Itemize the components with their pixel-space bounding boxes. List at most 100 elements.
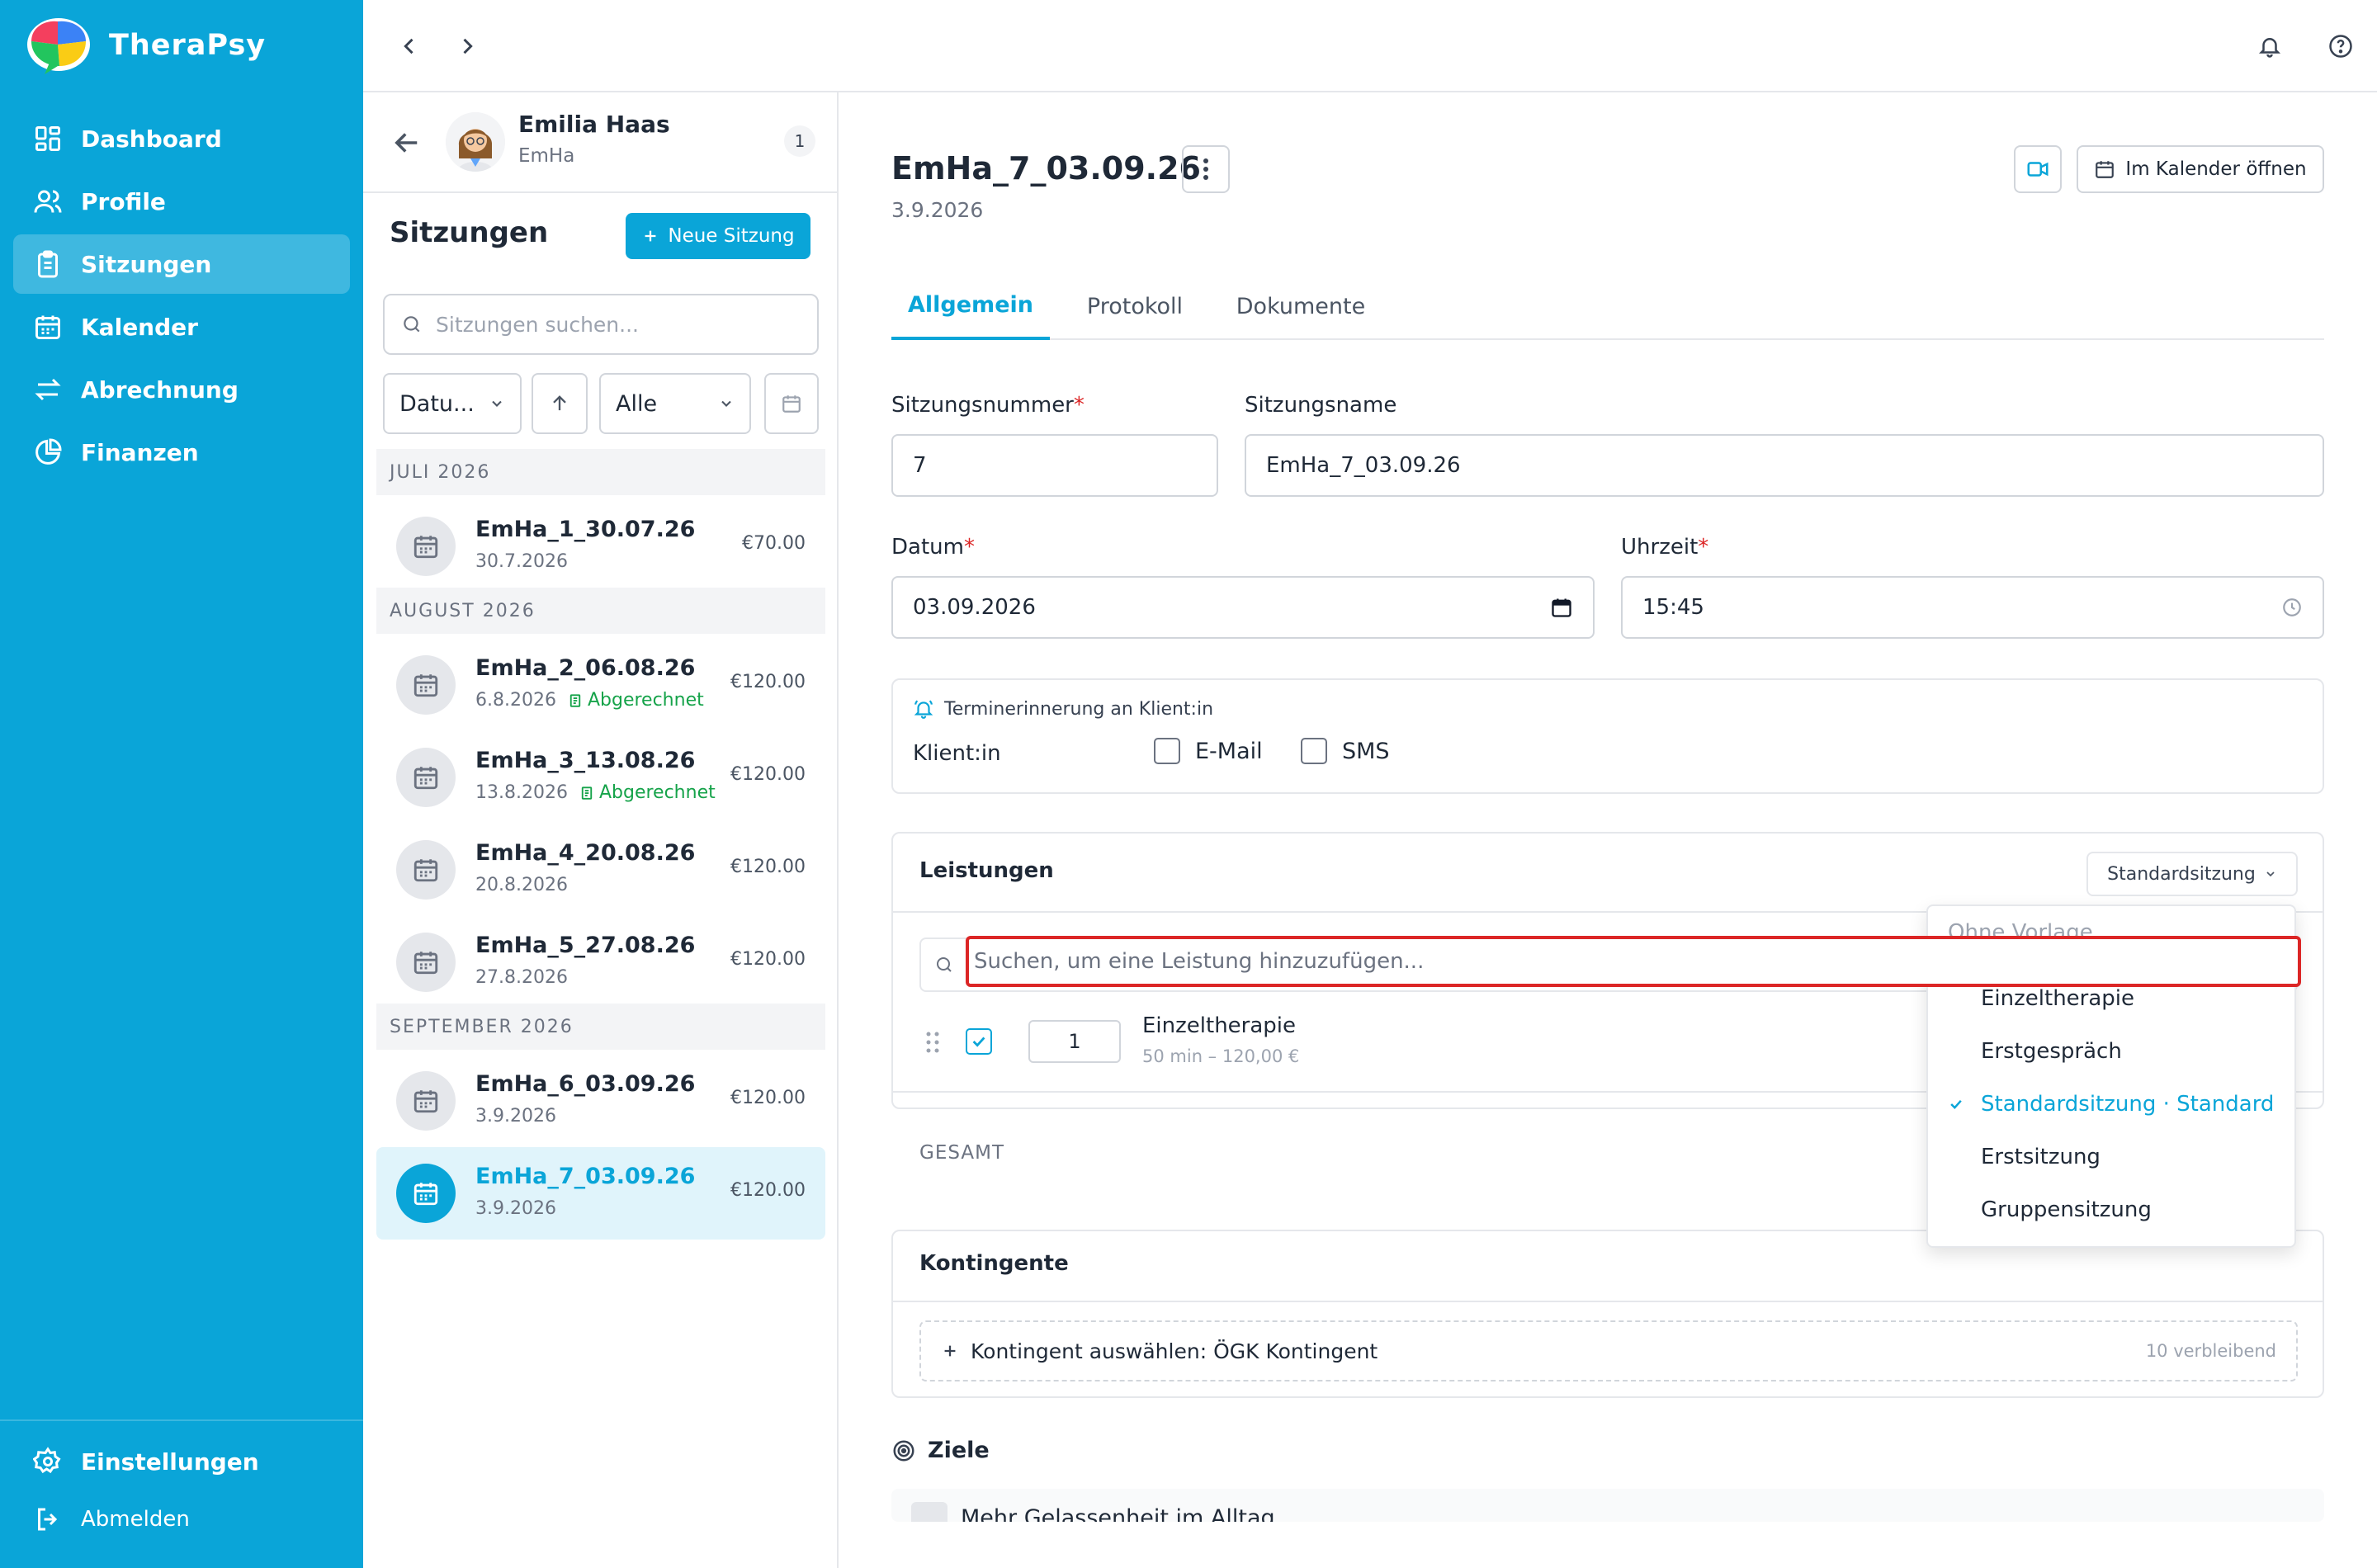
services-total-label: GESAMT <box>919 1142 1005 1164</box>
session-title: EmHa_7_03.09.26 <box>891 150 1201 187</box>
billed-label: Abgerechnet <box>587 690 704 711</box>
new-session-button[interactable]: Neue Sitzung <box>626 213 810 259</box>
quota-select-row: Kontingent auswählen: ÖGK Kontingent <box>941 1339 1378 1363</box>
avatar-illustration-icon <box>446 112 505 172</box>
help-circle-icon <box>2329 35 2352 58</box>
time-input[interactable]: 15:45 <box>1621 576 2324 639</box>
more-options-button[interactable] <box>1182 145 1230 193</box>
clipboard-icon <box>38 250 58 278</box>
session-name: EmHa_7_03.09.26 <box>475 1164 696 1189</box>
pie-chart-icon <box>35 438 62 465</box>
quota-select-button[interactable]: Kontingent auswählen: ÖGK Kontingent 10 … <box>919 1320 2298 1381</box>
chevron-left-icon <box>404 38 413 54</box>
services-title: Leistungen <box>919 858 1054 883</box>
goals-title: Ziele <box>928 1438 990 1463</box>
session-item[interactable]: EmHa_1_30.07.26 30.7.2026 €70.00 <box>376 500 825 593</box>
detail-tabs: Allgemein Protokoll Dokumente <box>891 272 2324 340</box>
sidebar-item-finanzen[interactable]: Finanzen <box>13 423 350 482</box>
status-filter-select[interactable]: Alle <box>599 373 751 434</box>
session-price: €120.00 <box>730 672 806 692</box>
drag-handle-icon[interactable] <box>924 1030 941 1055</box>
session-sub: 3.9.2026 <box>475 1198 556 1219</box>
bell-ring-icon <box>914 700 933 719</box>
dropdown-option-gruppensitzung[interactable]: Gruppensitzung <box>1928 1183 2294 1236</box>
session-item[interactable]: EmHa_6_03.09.26 3.9.2026 €120.00 <box>376 1055 825 1147</box>
video-call-button[interactable] <box>2014 145 2062 193</box>
goal-item[interactable]: Mehr Gelassenheit im Alltag <box>891 1489 2324 1522</box>
session-name: EmHa_3_13.08.26 <box>475 748 696 773</box>
sidebar-item-label: Abrechnung <box>81 375 239 404</box>
sort-direction-button[interactable] <box>532 373 588 434</box>
email-checkbox[interactable] <box>1154 738 1180 764</box>
session-search-input[interactable] <box>436 312 799 337</box>
sms-reminder-option[interactable]: SMS <box>1301 738 1390 764</box>
plus-icon <box>645 230 656 242</box>
goal-checkbox[interactable] <box>911 1502 947 1522</box>
dropdown-option-erstgespraech[interactable]: Erstgespräch <box>1928 1025 2294 1078</box>
sidebar-item-dashboard[interactable]: Dashboard <box>13 109 350 168</box>
session-date: 13.8.2026 <box>475 782 568 803</box>
dropdown-option-erstsitzung[interactable]: Erstsitzung <box>1928 1131 2294 1183</box>
session-item[interactable]: EmHa_4_20.08.26 20.8.2026 €120.00 <box>376 824 825 916</box>
service-search-input[interactable]: Suchen, um eine Leistung hinzuzufügen... <box>974 949 1424 974</box>
sidebar-item-sitzungen[interactable]: Sitzungen <box>13 234 350 294</box>
session-date: 3.9.2026 <box>475 1106 556 1126</box>
open-in-calendar-button[interactable]: Im Kalender öffnen <box>2077 145 2324 193</box>
sort-field-select[interactable]: Datu... <box>383 373 522 434</box>
tab-dokumente[interactable]: Dokumente <box>1220 272 1382 340</box>
sidebar-item-kalender[interactable]: Kalender <box>13 297 350 357</box>
required-marker: * <box>1073 393 1085 418</box>
date-input[interactable]: 03.09.2026 <box>891 576 1595 639</box>
session-sub: 13.8.2026 Abgerechnet <box>475 782 716 803</box>
session-number-input[interactable]: 7 <box>891 434 1218 497</box>
email-reminder-option[interactable]: E-Mail <box>1154 738 1263 764</box>
session-name-input[interactable]: EmHa_7_03.09.26 <box>1245 434 2324 497</box>
service-checkbox[interactable] <box>966 1028 992 1055</box>
history-back-button[interactable] <box>393 30 426 63</box>
sidebar-item-profile[interactable]: Profile <box>13 172 350 231</box>
session-item-active[interactable]: EmHa_7_03.09.26 3.9.2026 €120.00 <box>376 1147 825 1240</box>
sidebar-item-einstellungen[interactable]: Einstellungen <box>13 1434 350 1489</box>
sidebar-item-abrechnung[interactable]: Abrechnung <box>13 360 350 419</box>
session-number-label-text: Sitzungsnummer <box>891 393 1074 418</box>
session-name: EmHa_4_20.08.26 <box>475 840 696 866</box>
session-price: €120.00 <box>730 764 806 785</box>
notifications-button[interactable] <box>2253 30 2286 63</box>
session-sub: 3.9.2026 <box>475 1106 556 1126</box>
dropdown-option-standardsitzung[interactable]: Standardsitzung · Standard <box>1928 1078 2294 1131</box>
tab-allgemein[interactable]: Allgemein <box>891 272 1050 340</box>
template-select[interactable]: Standardsitzung <box>2086 852 2298 896</box>
session-calendar-icon <box>396 748 456 807</box>
client-header: Emilia Haas EmHa 1 <box>363 92 837 193</box>
back-button[interactable] <box>390 125 424 160</box>
reminder-title-row: Terminerinnerung an Klient:in <box>913 698 1213 720</box>
goals-list-clip: Mehr Gelassenheit im Alltag <box>891 1489 2324 1558</box>
clock-icon[interactable] <box>2281 597 2303 618</box>
bell-icon <box>2258 38 2281 58</box>
tab-protokoll[interactable]: Protokoll <box>1060 272 1210 340</box>
session-detail-panel: EmHa_7_03.09.26 3.9.2026 Im Kalender öff… <box>839 92 2377 1568</box>
sidebar-item-label: Finanzen <box>81 438 199 466</box>
session-item[interactable]: EmHa_5_27.08.26 27.8.2026 €120.00 <box>376 916 825 1008</box>
time-label: Uhrzeit* <box>1621 535 1708 560</box>
chevron-down-icon <box>492 400 502 407</box>
help-button[interactable] <box>2324 30 2357 63</box>
session-item[interactable]: EmHa_2_06.08.26 6.8.2026 Abgerechnet €12… <box>376 639 825 731</box>
session-number-label: Sitzungsnummer* <box>891 393 1085 418</box>
session-calendar-icon <box>396 517 456 576</box>
session-calendar-icon <box>396 1071 456 1131</box>
logout-button[interactable]: Abmelden <box>13 1492 350 1547</box>
brand[interactable]: TheraPsy <box>25 15 266 76</box>
session-price: €120.00 <box>730 1180 806 1201</box>
sms-checkbox[interactable] <box>1301 738 1327 764</box>
calendar-icon[interactable] <box>1550 596 1573 619</box>
avatar <box>446 112 505 172</box>
sms-label: SMS <box>1342 738 1390 764</box>
arrow-up-icon <box>553 395 566 411</box>
service-quantity-input[interactable]: 1 <box>1028 1020 1121 1063</box>
date-filter-button[interactable] <box>764 373 819 434</box>
quota-card: Kontingente Kontingent auswählen: ÖGK Ko… <box>891 1230 2324 1398</box>
history-forward-button[interactable] <box>451 30 484 63</box>
services-card-header: Leistungen Standardsitzung <box>893 834 2323 913</box>
session-item[interactable]: EmHa_3_13.08.26 13.8.2026 Abgerechnet €1… <box>376 731 825 824</box>
